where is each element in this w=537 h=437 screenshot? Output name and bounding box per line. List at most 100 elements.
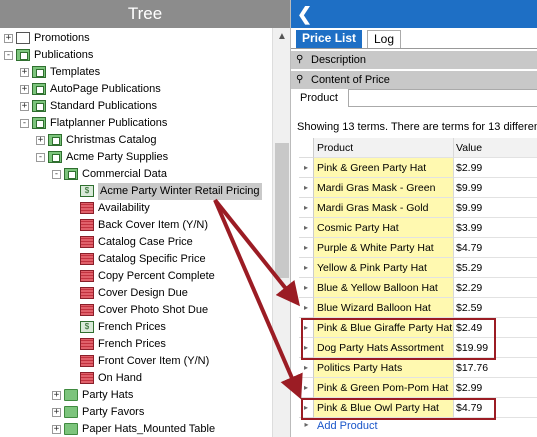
tree-item-cover-design-due[interactable]: Cover Design Due — [0, 285, 272, 302]
section-description-label: Description — [311, 54, 367, 66]
section-description[interactable]: ⚲ Description — [291, 51, 537, 69]
product-cell[interactable]: Purple & White Party Hat — [314, 238, 454, 258]
tree-item-back-cover-item-y-n[interactable]: Back Cover Item (Y/N) — [0, 217, 272, 234]
expand-icon[interactable]: + — [20, 102, 29, 111]
table-row[interactable]: ▸ Mardi Gras Mask - Green $9.99 — [299, 178, 537, 198]
value-cell[interactable]: $9.99 — [454, 198, 537, 218]
table-row[interactable]: ▸ Pink & Green Party Hat $2.99 — [299, 158, 537, 178]
value-cell[interactable]: $3.99 — [454, 218, 537, 238]
tree-item-label: Party Favors — [82, 406, 145, 418]
row-marker-icon[interactable]: ▸ — [299, 238, 314, 258]
tree-item-acme-party-winter-retail-pricing[interactable]: $ Acme Party Winter Retail Pricing — [0, 183, 272, 200]
product-cell[interactable]: Mardi Gras Mask - Green — [314, 178, 454, 198]
publication-folder-icon — [64, 168, 78, 180]
table-row[interactable]: ▸ Mardi Gras Mask - Gold $9.99 — [299, 198, 537, 218]
row-marker-icon[interactable]: ▸ — [299, 178, 314, 198]
value-cell[interactable]: $9.99 — [454, 178, 537, 198]
table-row[interactable]: ▸ Politics Party Hats $17.76 — [299, 358, 537, 378]
add-product-link[interactable]: Add Product — [317, 420, 378, 432]
pin-icon: ⚲ — [296, 74, 304, 85]
tree-item-copy-percent-complete[interactable]: Copy Percent Complete — [0, 268, 272, 285]
expand-icon[interactable]: + — [36, 136, 45, 145]
tree-item-paper-hats-mounted-table[interactable]: + Paper Hats_Mounted Table — [0, 421, 272, 437]
tree-item-label: Back Cover Item (Y/N) — [98, 219, 209, 231]
table-row[interactable]: ▸ Purple & White Party Hat $4.79 — [299, 238, 537, 258]
value-cell[interactable]: $2.99 — [454, 158, 537, 178]
tree-item-label: French Prices — [98, 321, 166, 333]
tree-item-catalog-specific-price[interactable]: Catalog Specific Price — [0, 251, 272, 268]
column-header-value[interactable]: Value — [454, 138, 537, 158]
product-filter-input[interactable] — [348, 89, 537, 107]
tree-item-french-prices[interactable]: $ French Prices — [0, 319, 272, 336]
tree-item-catalog-case-price[interactable]: Catalog Case Price — [0, 234, 272, 251]
row-marker-icon[interactable]: ▸ — [299, 198, 314, 218]
column-header-product[interactable]: Product — [314, 138, 454, 158]
tree-item-christmas-catalog[interactable]: + Christmas Catalog — [0, 132, 272, 149]
highlight-box-giraffe-dog — [301, 318, 496, 360]
expand-icon[interactable]: + — [52, 408, 61, 417]
tree-item-flatplanner-publications[interactable]: - Flatplanner Publications — [0, 115, 272, 132]
table-row[interactable]: ▸ Pink & Green Pom-Pom Hat $2.99 — [299, 378, 537, 398]
expand-icon[interactable]: + — [52, 425, 61, 434]
tree-item-french-prices[interactable]: French Prices — [0, 336, 272, 353]
table-row[interactable]: ▸ Blue Wizard Balloon Hat $2.59 — [299, 298, 537, 318]
row-marker-icon[interactable]: ▸ — [299, 218, 314, 238]
product-cell[interactable]: Yellow & Pink Party Hat — [314, 258, 454, 278]
row-marker-icon[interactable]: ▸ — [299, 278, 314, 298]
table-row[interactable]: ▸ Blue & Yellow Balloon Hat $2.29 — [299, 278, 537, 298]
section-content-of-price[interactable]: ⚲ Content of Price — [291, 71, 537, 89]
expand-icon[interactable]: + — [52, 391, 61, 400]
tree-item-templates[interactable]: + Templates — [0, 64, 272, 81]
tree-scrollbar[interactable]: ▲ — [272, 28, 290, 437]
value-cell[interactable]: $4.79 — [454, 238, 537, 258]
tree-item-label: AutoPage Publications — [50, 83, 161, 95]
tree-item-promotions[interactable]: + Promotions — [0, 30, 272, 47]
value-cell[interactable]: $5.29 — [454, 258, 537, 278]
tree-item-cover-photo-shot-due[interactable]: Cover Photo Shot Due — [0, 302, 272, 319]
tree-item-party-hats[interactable]: + Party Hats — [0, 387, 272, 404]
tree-item-commercial-data[interactable]: - Commercial Data — [0, 166, 272, 183]
collapse-icon[interactable]: - — [4, 51, 13, 60]
tree-item-acme-party-supplies[interactable]: - Acme Party Supplies — [0, 149, 272, 166]
row-marker-icon[interactable]: ▸ — [299, 378, 314, 398]
attribute-icon — [80, 338, 94, 350]
row-marker-icon[interactable]: ▸ — [299, 298, 314, 318]
product-cell[interactable]: Pink & Green Party Hat — [314, 158, 454, 178]
row-marker-icon[interactable]: ▸ — [299, 358, 314, 378]
tab-price-list[interactable]: Price List — [296, 30, 363, 48]
attribute-icon — [80, 287, 94, 299]
table-row[interactable]: ▸ Yellow & Pink Party Hat $5.29 — [299, 258, 537, 278]
value-cell[interactable]: $2.29 — [454, 278, 537, 298]
tree-item-on-hand[interactable]: On Hand — [0, 370, 272, 387]
collapse-icon[interactable]: - — [52, 170, 61, 179]
expand-icon[interactable]: + — [4, 34, 13, 43]
scroll-up-arrow-icon[interactable]: ▲ — [273, 28, 290, 45]
tree-item-front-cover-item-y-n[interactable]: Front Cover Item (Y/N) — [0, 353, 272, 370]
back-arrow-icon[interactable]: ❮ — [297, 2, 312, 26]
tree-item-autopage-publications[interactable]: + AutoPage Publications — [0, 81, 272, 98]
product-cell[interactable]: Cosmic Party Hat — [314, 218, 454, 238]
collapse-icon[interactable]: - — [20, 119, 29, 128]
table-row[interactable]: ▸ Cosmic Party Hat $3.99 — [299, 218, 537, 238]
product-cell[interactable]: Blue Wizard Balloon Hat — [314, 298, 454, 318]
tree-item-availability[interactable]: Availability — [0, 200, 272, 217]
tab-log[interactable]: Log — [367, 30, 402, 48]
value-cell[interactable]: $2.99 — [454, 378, 537, 398]
product-cell[interactable]: Mardi Gras Mask - Gold — [314, 198, 454, 218]
expand-icon[interactable]: + — [20, 85, 29, 94]
panel-header-bar: ❮ — [291, 0, 537, 28]
tree-item-party-favors[interactable]: + Party Favors — [0, 404, 272, 421]
value-cell[interactable]: $17.76 — [454, 358, 537, 378]
collapse-icon[interactable]: - — [36, 153, 45, 162]
tree-item-label: Catalog Case Price — [98, 236, 193, 248]
product-cell[interactable]: Pink & Green Pom-Pom Hat — [314, 378, 454, 398]
row-marker-icon[interactable]: ▸ — [299, 258, 314, 278]
value-cell[interactable]: $2.59 — [454, 298, 537, 318]
scroll-thumb[interactable] — [275, 143, 289, 278]
tree-item-publications[interactable]: - Publications — [0, 47, 272, 64]
product-cell[interactable]: Politics Party Hats — [314, 358, 454, 378]
row-marker-icon[interactable]: ▸ — [299, 158, 314, 178]
product-cell[interactable]: Blue & Yellow Balloon Hat — [314, 278, 454, 298]
tree-item-standard-publications[interactable]: + Standard Publications — [0, 98, 272, 115]
expand-icon[interactable]: + — [20, 68, 29, 77]
